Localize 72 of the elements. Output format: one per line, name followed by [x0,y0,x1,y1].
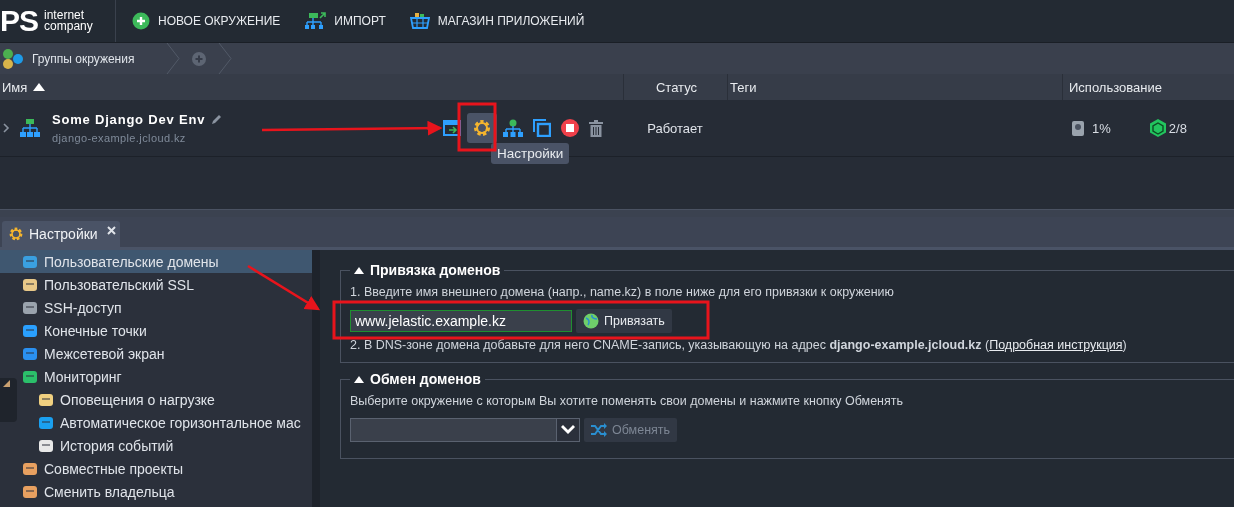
sidebar-item[interactable]: Конечные точки [18,319,312,342]
stop-icon[interactable] [561,119,579,137]
breadcrumb-item[interactable]: Группы окружения [0,47,166,70]
sidebar-item[interactable]: Автоматическое горизонтальное мас [18,411,312,434]
environment-domain[interactable]: django-example.jcloud.kz [52,132,223,144]
section-title: Привязка доменов [370,262,501,278]
sidebar-item[interactable]: SSH-доступ [18,296,312,319]
settings-button[interactable] [467,113,497,143]
shuffle-icon [591,423,607,437]
instruction-text: Выберите окружение с которым Вы хотите поменять свои домены и нажмите кнопку Обменять [350,394,905,408]
menu-item-icon [22,322,38,339]
disk-usage: 1% [1092,120,1111,136]
tooltip: Настройки [491,143,570,164]
cloudlet-usage: 2/8 [1168,120,1187,136]
collapse-icon[interactable] [354,266,364,274]
logo-text: internet [44,10,86,21]
trash-icon[interactable] [589,119,603,137]
tab-label: Настройки [29,226,98,242]
chevron-separator [166,43,180,74]
clone-icon[interactable] [533,119,551,137]
collapse-handle[interactable] [0,378,17,422]
sidebar-item[interactable]: Мониторинг [18,365,312,388]
sidebar-item[interactable]: Межсетевой экран [18,342,312,365]
bind-button[interactable]: Привязать [576,309,672,333]
highlight-frame [457,102,497,152]
settings-icon [8,226,24,242]
topology-icon [19,118,41,138]
network-icon [304,12,327,30]
breadcrumb-label: Группы окружения [32,51,135,66]
menu-item-icon [22,253,38,270]
sidebar-item[interactable]: История событий [18,434,312,457]
menu-item-icon [22,483,38,500]
chevron-separator [218,43,232,74]
logo-text: company [44,21,93,32]
instruction-text: 2. В DNS-зоне домена добавьте для него CNAME-запись, указывающую на адрес django-example.jcloud.kz (Подробная инструкция) [350,338,1128,352]
browser-icon[interactable] [443,120,461,136]
cloudlet-icon [1148,119,1167,137]
dropdown-arrow-icon [561,425,575,435]
logo-mark: PS [0,4,39,38]
expand-caret-icon[interactable] [2,123,10,133]
menu-item-icon [22,345,38,362]
column-header[interactable]: Имя [0,74,623,100]
toolbar-button[interactable]: НОВОЕ ОКРУЖЕНИЕ [124,6,289,36]
instruction-text: 1. Введите имя внешнего домена (напр., name.kz) в поле ниже для его привязки к окружению [350,285,895,299]
menu-item-icon [22,460,38,477]
collapse-icon[interactable] [354,375,364,383]
menu-item-icon [22,368,38,385]
environment-name[interactable]: Some Django Dev Env [52,112,206,127]
sidebar-item[interactable]: Пользовательский SSL [18,273,312,296]
topology-icon[interactable] [503,119,523,137]
sidebar-item[interactable]: Сменить владельца [18,480,312,503]
menu-item-icon [22,276,38,293]
panel-tab[interactable]: Настройки [2,221,120,247]
menu-item-icon [38,391,54,408]
menu-item-icon [38,437,54,454]
status-text: Работает [646,119,704,138]
section-title: Обмен доменов [370,371,481,387]
toolbar-button[interactable]: ИМПОРТ [296,6,394,36]
sidebar-item[interactable]: Оповещения о нагрузке [18,388,312,411]
menu-item-icon [38,414,54,431]
settings-icon [472,118,492,138]
basket-icon [409,12,430,30]
sidebar-item[interactable]: Совместные проекты [18,457,312,480]
close-icon[interactable] [106,226,116,235]
toolbar-button[interactable]: МАГАЗИН ПРИЛОЖЕНИЙ [401,6,593,36]
menu-item-icon [22,299,38,316]
pencil-icon[interactable] [211,114,223,125]
instruction-link[interactable]: Подробная инструкция [989,338,1123,352]
sidebar-item[interactable]: Пользовательские домены [0,250,312,273]
domain-input[interactable]: www.jelastic.example.kz [350,310,572,332]
plus-icon [132,12,150,30]
globe-icon [583,313,599,329]
